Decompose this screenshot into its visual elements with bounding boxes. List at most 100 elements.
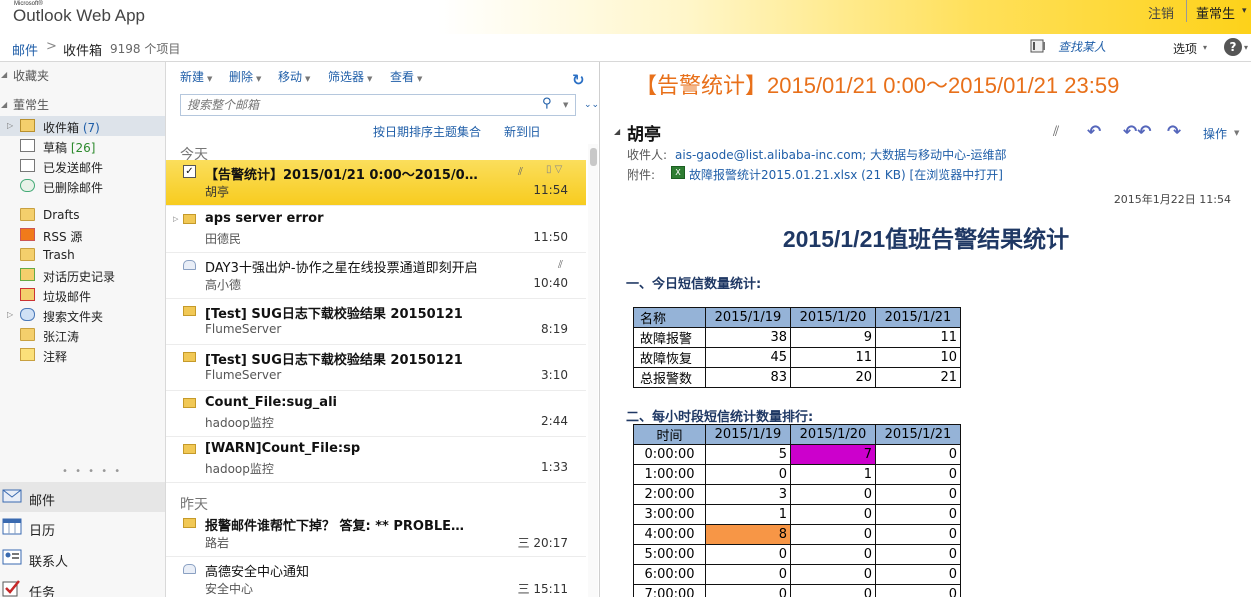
list-item[interactable]: 报警邮件谁帮忙下掉？ 答复: ** PROBLEM Service Alert … <box>166 511 586 557</box>
paperclip-icon[interactable]: ⫽ <box>1053 124 1059 140</box>
collapse-triangle-icon[interactable]: ◢ <box>1 100 7 109</box>
scrollbar-thumb[interactable] <box>590 148 597 166</box>
favorites-header[interactable]: 收藏夹 <box>13 67 49 84</box>
actions-menu[interactable]: 操作 <box>1203 125 1227 142</box>
help-icon[interactable]: ? <box>1224 38 1242 56</box>
folder-zhangjiangtao[interactable]: 张江涛 <box>0 325 165 345</box>
sort-by-conversation-link[interactable]: 按日期排序主题集合 <box>373 123 481 140</box>
message-subject: [Test] SUG日志下载校验结果 20150121 <box>205 353 463 368</box>
folder-label: 对话历史记录 <box>43 270 116 284</box>
move-button[interactable]: 移动 ▼ <box>278 68 310 85</box>
module-calendar[interactable]: 日历 <box>0 512 165 542</box>
refresh-icon[interactable]: ↻ <box>572 71 585 89</box>
sender-name[interactable]: 胡亭 <box>627 120 661 145</box>
expand-triangle-icon[interactable]: ▷ <box>7 121 13 130</box>
module-label: 联系人 <box>29 555 69 570</box>
forward-icon[interactable]: ↷ <box>1167 122 1181 142</box>
folder-label: 草稿 <box>43 141 68 155</box>
list-item[interactable]: [WARN]Count_File:sp hadoop监控 1:33 <box>166 437 586 483</box>
options-menu[interactable]: 选项 <box>1173 40 1197 57</box>
folder-drafts[interactable]: 草稿 [26] <box>0 136 165 156</box>
reply-icon[interactable]: ↶ <box>1087 122 1101 142</box>
chevron-down-icon[interactable]: ▾ <box>1242 6 1247 16</box>
folder-sent[interactable]: 已发送邮件 <box>0 156 165 176</box>
paperclip-icon: ⫽ <box>558 258 563 271</box>
delete-button[interactable]: 删除 ▼ <box>229 68 261 85</box>
folder-search-folders[interactable]: ▷ 搜索文件夹 <box>0 305 165 325</box>
module-mail[interactable]: 邮件 <box>0 482 165 512</box>
filter-button[interactable]: 筛选器 ▼ <box>328 68 372 85</box>
folder-notes[interactable]: 注释 <box>0 345 165 365</box>
table-cell: 83 <box>705 367 791 388</box>
module-contacts[interactable]: 联系人 <box>0 543 165 573</box>
list-item[interactable]: Count_File:sug_ali hadoop监控 2:44 <box>166 391 586 437</box>
select-checkbox[interactable]: ✓ <box>183 165 196 178</box>
table-cell: 9 <box>790 327 876 348</box>
list-item[interactable]: ▷ aps server error 田德民 11:50 <box>166 207 586 253</box>
list-item[interactable]: [Test] SUG日志下载校验结果 20150121 FlumeServer … <box>166 299 586 345</box>
table-cell: 0 <box>790 484 876 505</box>
search-folder-icon <box>20 308 35 321</box>
folder-junk[interactable]: 垃圾邮件 <box>0 285 165 305</box>
list-item[interactable]: 高德安全中心通知 安全中心 三 15:11 <box>166 557 586 597</box>
search-input[interactable] <box>187 98 527 112</box>
chevron-down-icon[interactable]: ▼ <box>1234 129 1239 137</box>
expand-triangle-icon[interactable]: ▷ <box>173 215 178 223</box>
chevron-down-icon[interactable]: ▼ <box>563 101 568 109</box>
module-tasks[interactable]: 任务 <box>0 574 165 597</box>
table-cell: 5 <box>705 444 791 465</box>
mailbox-owner-header[interactable]: 董常生 <box>13 96 49 113</box>
table-cell: 1 <box>705 504 791 525</box>
folder-rss[interactable]: RSS 源 <box>0 225 165 245</box>
view-button[interactable]: 查看 ▼ <box>390 68 422 85</box>
read-envelope-icon <box>183 260 196 270</box>
message-time: 2:44 <box>541 414 568 428</box>
breadcrumb-separator: > <box>46 39 57 54</box>
move-label: 移动 <box>278 70 303 84</box>
signout-link[interactable]: 注销 <box>1148 3 1174 22</box>
folder-drafts-en[interactable]: Drafts <box>0 205 165 225</box>
folder-inbox[interactable]: ▷ 收件箱 (7) <box>0 116 165 136</box>
table-header-row: 名称 2015/1/19 2015/1/20 2015/1/21 <box>633 307 961 328</box>
list-item[interactable]: [Test] SUG日志下载校验结果 20150121 FlumeServer … <box>166 345 586 391</box>
breadcrumb-mail-link[interactable]: 邮件 <box>12 40 38 59</box>
folder-label: 已发送邮件 <box>43 161 104 175</box>
collapse-triangle-icon[interactable]: ◢ <box>1 70 7 79</box>
search-icon[interactable]: ⚲ <box>542 96 552 111</box>
message-subject: [WARN]Count_File:sp <box>205 441 361 456</box>
new-button[interactable]: 新建 ▼ <box>180 68 212 85</box>
list-item[interactable]: DAY3十强出炉-协作之星在线投票通道即刻开启 ⫽ 高小德 10:40 <box>166 253 586 299</box>
table-row: 3:00:00 1 0 0 <box>633 504 961 525</box>
recipients-value[interactable]: ais-gaode@list.alibaba-inc.com; 大数据与移动中心… <box>675 146 1006 163</box>
flag-icon[interactable]: ▯ ▽ <box>546 164 562 175</box>
find-people-link[interactable]: 查找某人 <box>1058 38 1106 55</box>
collapse-triangle-icon[interactable]: ◢ <box>614 127 620 136</box>
address-book-icon[interactable] <box>1030 39 1046 53</box>
user-menu[interactable]: 董常生 <box>1196 3 1235 22</box>
table-row: 7:00:00 0 0 0 <box>633 584 961 597</box>
chevron-down-icon[interactable]: ▾ <box>1203 43 1207 52</box>
open-in-browser-link[interactable]: [在浏览器中打开] <box>910 168 1003 182</box>
column-header: 2015/1/19 <box>705 424 791 445</box>
list-scrollbar[interactable] <box>588 144 598 597</box>
list-item[interactable]: ✓ 【告警统计】2015/01/21 0:00～2015/01/21 23:59… <box>166 160 586 206</box>
pane-resize-handle[interactable]: • • • • • <box>62 466 122 477</box>
reply-all-icon[interactable]: ↶↶ <box>1123 122 1152 142</box>
column-header: 2015/1/19 <box>705 307 791 328</box>
top-banner: Microsoft® Outlook Web App 注销 董常生 ▾ <box>0 0 1251 34</box>
table-cell: 0 <box>790 504 876 525</box>
sort-order-link[interactable]: 新到旧 <box>504 123 540 140</box>
folder-trash[interactable]: Trash <box>0 245 165 265</box>
folder-conversation-history[interactable]: 对话历史记录 <box>0 265 165 285</box>
table-cell: 45 <box>705 347 791 368</box>
folder-deleted[interactable]: 已删除邮件 <box>0 176 165 196</box>
table-cell: 0:00:00 <box>633 444 706 465</box>
daily-sms-table: 名称 2015/1/19 2015/1/20 2015/1/21 故障报警 38… <box>633 307 961 388</box>
table-cell: 0 <box>705 464 791 485</box>
expand-triangle-icon[interactable]: ▷ <box>7 310 13 319</box>
attachment-link[interactable]: 故障报警统计2015.01.21.xlsx (21 KB) <box>689 168 906 182</box>
chevron-down-icon[interactable]: ▾ <box>1244 43 1248 52</box>
expand-search-icon[interactable]: ⌄⌄ <box>584 100 599 110</box>
message-time: 3:10 <box>541 368 568 382</box>
table-row: 总报警数 83 20 21 <box>633 367 961 388</box>
